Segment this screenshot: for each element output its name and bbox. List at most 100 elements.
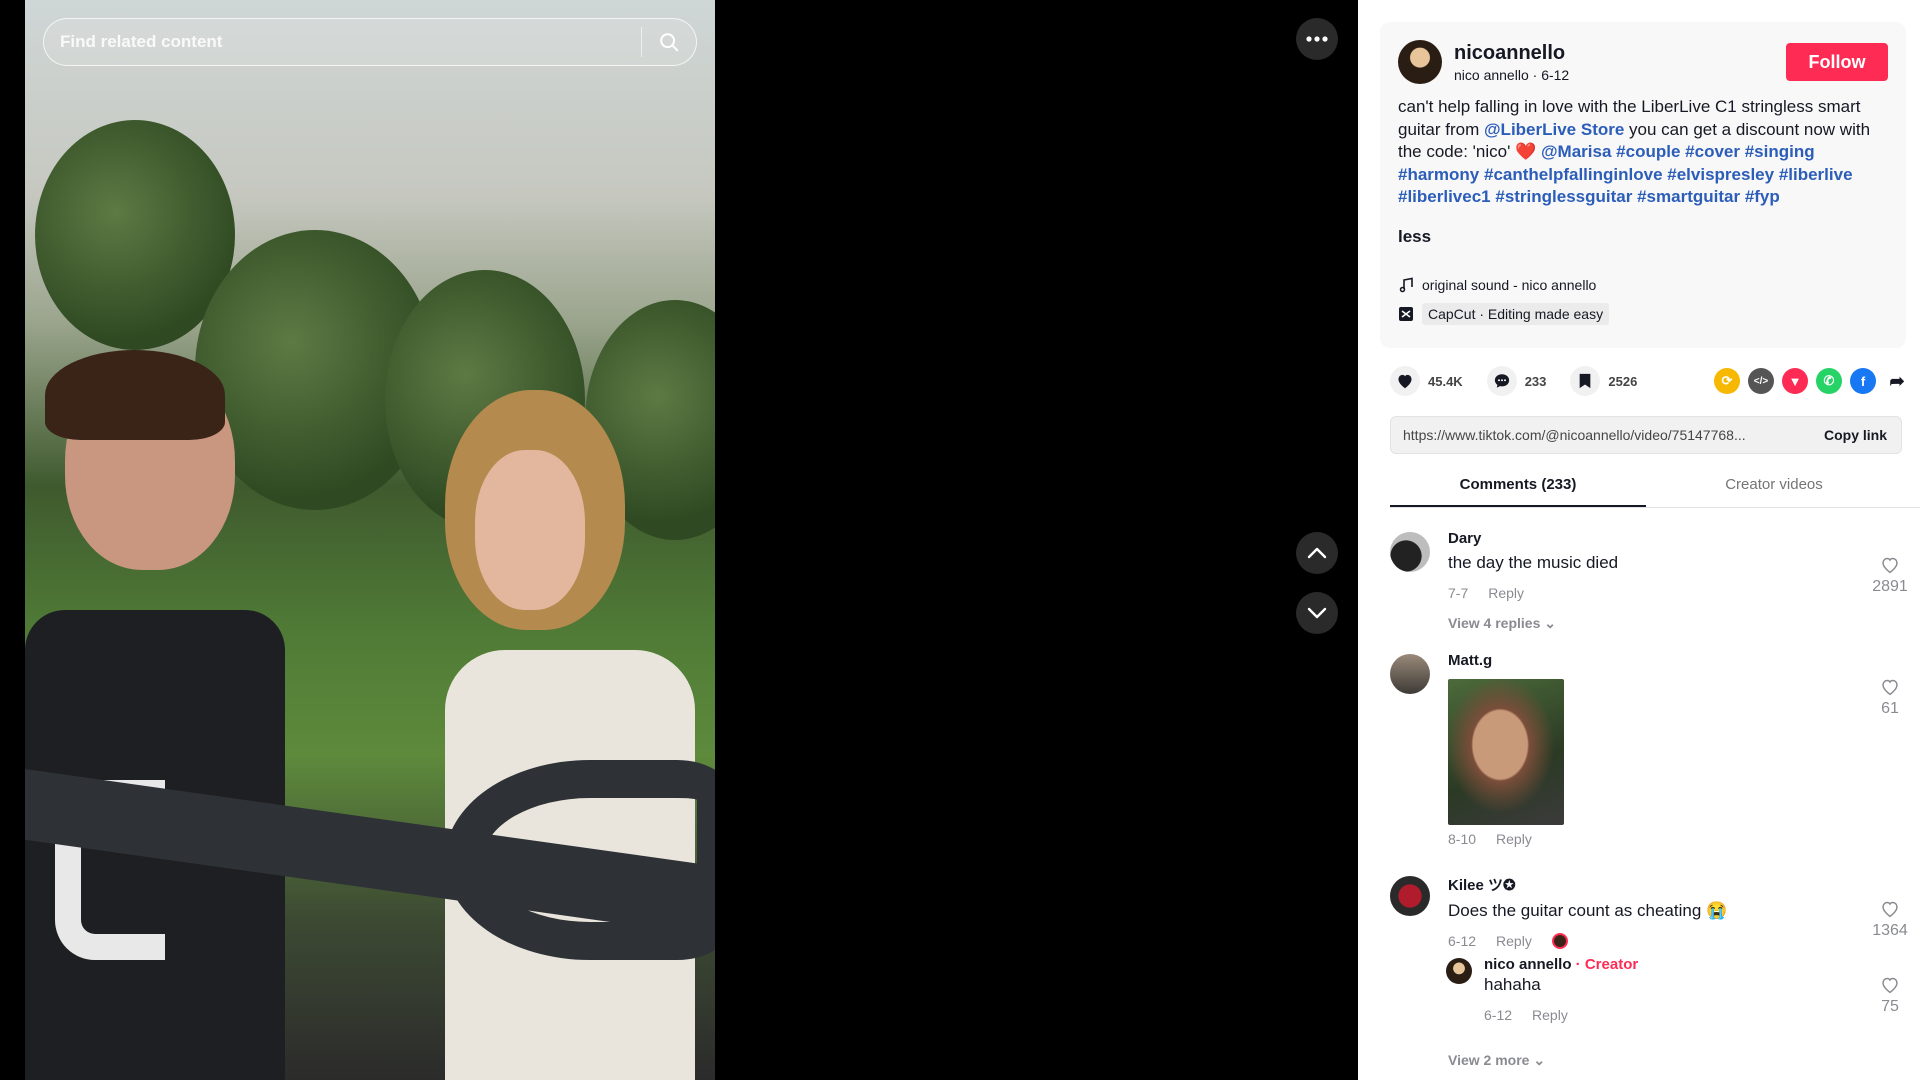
copy-link-button[interactable]: Copy link — [1810, 427, 1901, 443]
comment-text: Does the guitar count as cheating 😭 — [1448, 901, 1728, 920]
commenter-name[interactable]: Kilee ツ✪ — [1448, 874, 1828, 895]
reply-author-name: nico annello — [1484, 956, 1572, 973]
comment-like-count: 1364 — [1872, 922, 1908, 939]
embed-icon[interactable]: </> — [1748, 368, 1774, 394]
hashtag-link[interactable]: #elvispresley — [1667, 165, 1774, 184]
share-arrow-icon[interactable]: ➦ — [1884, 368, 1910, 394]
mention-link[interactable]: @LiberLive Store — [1484, 120, 1624, 139]
comment-button[interactable]: 233 — [1486, 366, 1547, 396]
chevron-down-icon: ⌄ — [1544, 615, 1556, 631]
comment-meta: 7-7 Reply — [1448, 585, 1828, 601]
more-dots-icon — [1306, 36, 1328, 42]
video-player[interactable] — [25, 0, 715, 1080]
reply-button[interactable]: Reply — [1488, 585, 1524, 601]
heart-emoji: ❤️ — [1515, 142, 1537, 161]
hashtag-link[interactable]: #fyp — [1745, 187, 1780, 206]
comment-meta: 8-10 Reply — [1448, 831, 1828, 847]
show-less-button[interactable]: less — [1398, 227, 1431, 247]
video-url: https://www.tiktok.com/@nicoannello/vide… — [1403, 427, 1746, 443]
commenter-name[interactable]: Dary — [1448, 530, 1828, 547]
tab-comments[interactable]: Comments (233) — [1390, 470, 1646, 507]
reply-button[interactable]: Reply — [1496, 933, 1532, 949]
comment-count: 233 — [1524, 373, 1547, 389]
reply-button[interactable]: Reply — [1496, 831, 1532, 847]
reply-meta: 6-12 Reply — [1484, 1007, 1864, 1023]
comment-body: Matt.g 8-10 Reply — [1448, 652, 1828, 847]
sound-link[interactable]: original sound - nico annello — [1398, 277, 1888, 293]
author-username[interactable]: nicoannello — [1454, 42, 1569, 65]
hashtag-link[interactable]: #singing — [1745, 142, 1815, 161]
person-right — [405, 390, 715, 1080]
reply-author[interactable]: nico annello · Creator — [1484, 956, 1864, 973]
copy-link-bar: https://www.tiktok.com/@nicoannello/vide… — [1390, 416, 1902, 454]
capcut-link[interactable]: CapCut · Editing made easy — [1398, 302, 1888, 325]
save-button[interactable]: 2526 — [1570, 366, 1637, 396]
comment-image[interactable] — [1448, 679, 1564, 825]
view-replies-label: View 4 replies — [1448, 615, 1541, 631]
comment-date: 7-7 — [1448, 585, 1469, 601]
heart-outline-icon — [1882, 901, 1898, 918]
reply-like-button[interactable]: 75 — [1870, 976, 1910, 1016]
author-display-name: nico annello — [1454, 66, 1529, 83]
author-meta: nicoannello nico annello · 6-12 — [1454, 42, 1569, 83]
share-icons: ⟳ </> ▼ ✆ f ➦ — [1714, 368, 1910, 394]
hashtag-link[interactable]: #canthelpfallinginlove — [1484, 165, 1663, 184]
hashtag-link[interactable]: #couple — [1616, 142, 1680, 161]
repost-icon[interactable]: ⟳ — [1714, 368, 1740, 394]
previous-video-button[interactable] — [1296, 532, 1338, 574]
more-options-button[interactable] — [1296, 18, 1338, 60]
heart-outline-icon — [1882, 679, 1898, 696]
hashtag-link[interactable]: #stringlessguitar — [1495, 187, 1632, 206]
comment-like-button[interactable]: 1364 — [1870, 900, 1910, 940]
comment-icon — [1486, 366, 1517, 396]
capcut-icon — [1399, 306, 1413, 321]
mention-link[interactable]: @Marisa — [1541, 142, 1611, 161]
search-button[interactable] — [642, 19, 696, 65]
search-icon — [660, 33, 679, 52]
bookmark-icon — [1570, 366, 1601, 396]
hashtag-link[interactable]: #liberlive — [1779, 165, 1853, 184]
comment-like-button[interactable]: 61 — [1870, 678, 1910, 718]
view-replies-button[interactable]: View 4 replies ⌄ — [1448, 615, 1828, 632]
heart-icon — [1390, 366, 1420, 396]
comment-date: 6-12 — [1448, 933, 1477, 949]
side-panel: nicoannello nico annello · 6-12 Follow c… — [1358, 0, 1920, 1080]
commenter-avatar[interactable] — [1390, 654, 1430, 694]
video-caption: can't help falling in love with the Libe… — [1398, 96, 1888, 209]
view-more-replies-button[interactable]: View 2 more ⌄ — [1448, 1052, 1545, 1069]
comment-like-button[interactable]: 2891 — [1870, 556, 1910, 596]
capcut-label: CapCut · Editing made easy — [1422, 302, 1610, 325]
person-left — [25, 350, 305, 1080]
follow-button[interactable]: Follow — [1786, 43, 1888, 81]
next-video-button[interactable] — [1296, 592, 1338, 634]
hashtag-link[interactable]: #cover — [1685, 142, 1740, 161]
comment-meta: 6-12 Reply — [1448, 933, 1828, 949]
like-button[interactable]: 45.4K — [1390, 366, 1463, 396]
video-stage — [0, 0, 1358, 1080]
chevron-up-icon — [1307, 547, 1327, 559]
creator-liked-avatar — [1551, 933, 1568, 949]
author-avatar[interactable] — [1398, 40, 1442, 84]
comment-date: 8-10 — [1448, 831, 1477, 847]
tab-creator-videos[interactable]: Creator videos — [1646, 470, 1902, 507]
hashtag-link[interactable]: #smartguitar — [1637, 187, 1740, 206]
commenter-name[interactable]: Matt.g — [1448, 652, 1828, 669]
commenter-avatar[interactable] — [1390, 532, 1430, 572]
hashtag-link[interactable]: #liberlivec1 — [1398, 187, 1491, 206]
comment-like-count: 2891 — [1872, 578, 1908, 595]
creator-badge: · Creator — [1571, 956, 1639, 973]
search-input[interactable] — [44, 19, 641, 65]
guitar-body — [445, 760, 715, 960]
reply-button[interactable]: Reply — [1532, 1007, 1568, 1023]
music-note-icon — [1399, 277, 1413, 292]
send-to-friends-icon[interactable]: ▼ — [1782, 368, 1808, 394]
commenter-avatar[interactable] — [1390, 876, 1430, 916]
whatsapp-icon[interactable]: ✆ — [1816, 368, 1842, 394]
action-bar: 45.4K 233 2526 ⟳ </> ▼ ✆ f ➦ — [1390, 366, 1910, 396]
comment-like-count: 61 — [1881, 700, 1899, 717]
hashtag-link[interactable]: #harmony — [1398, 165, 1479, 184]
reply-date: 6-12 — [1484, 1007, 1513, 1023]
facebook-icon[interactable]: f — [1850, 368, 1876, 394]
chevron-down-icon: ⌄ — [1533, 1052, 1546, 1068]
reply-avatar[interactable] — [1446, 958, 1472, 984]
